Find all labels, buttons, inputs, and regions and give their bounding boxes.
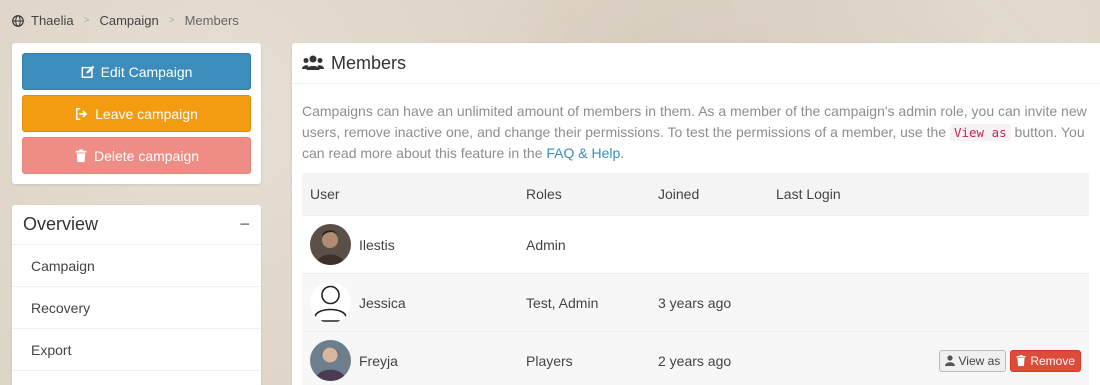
avatar[interactable] (310, 340, 351, 381)
table-row: Freyja Players 2 years ago View as Remov… (302, 331, 1089, 385)
breadcrumb-separator: > (168, 15, 175, 26)
view-as-button[interactable]: View as (938, 349, 1007, 372)
view-as-code: View as (949, 124, 1011, 141)
overview-header[interactable]: Overview − (12, 205, 261, 245)
campaign-actions-box: Edit Campaign Leave campaign Delete camp… (12, 43, 261, 184)
delete-campaign-button[interactable]: Delete campaign (22, 137, 251, 174)
portrait-avatar (310, 224, 351, 265)
overview-menu: Overview − Campaign Recovery Export (12, 205, 261, 385)
user-cell: Ilestis (302, 224, 526, 265)
user-outline-icon (310, 282, 351, 323)
remove-button[interactable]: Remove (1010, 349, 1081, 372)
user-joined: 2 years ago (658, 352, 732, 369)
user-name[interactable]: Freyja (359, 353, 398, 369)
breadcrumb: Thaelia > Campaign > Members (12, 13, 239, 28)
collapse-icon[interactable]: − (239, 214, 250, 235)
view-as-label: View as (958, 353, 1001, 368)
members-title: Members (331, 52, 407, 73)
column-user: User (310, 186, 340, 202)
faq-help-link[interactable]: FAQ & Help (546, 145, 620, 161)
leave-campaign-label: Leave campaign (95, 105, 198, 122)
trash-icon (1016, 355, 1026, 366)
column-joined: Joined (658, 186, 700, 202)
table-header: User Roles Joined Last Login (302, 173, 1089, 215)
table-row: Ilestis Admin (302, 215, 1089, 273)
breadcrumb-world[interactable]: Thaelia (31, 13, 74, 28)
sign-out-icon (76, 107, 88, 120)
portrait-avatar (310, 340, 351, 381)
edit-icon (81, 65, 94, 78)
user-roles: Test, Admin (526, 294, 599, 311)
breadcrumb-campaign[interactable]: Campaign (99, 13, 158, 28)
column-last-login: Last Login (776, 186, 841, 202)
edit-campaign-button[interactable]: Edit Campaign (22, 53, 251, 90)
users-icon (302, 55, 324, 70)
row-actions: View as Remove (926, 349, 1089, 372)
user-cell: Jessica (302, 282, 526, 323)
table-row: Jessica Test, Admin 3 years ago (302, 273, 1089, 331)
members-header: Members (292, 43, 1100, 84)
user-cell: Freyja (302, 340, 526, 381)
remove-label: Remove (1030, 353, 1075, 368)
menu-item-export[interactable]: Export (12, 329, 261, 371)
user-icon (944, 355, 955, 366)
user-roles: Admin (526, 236, 566, 253)
user-name[interactable]: Ilestis (359, 237, 395, 253)
menu-item-campaign[interactable]: Campaign (12, 245, 261, 287)
globe-icon (12, 14, 24, 27)
menu-item-recovery[interactable]: Recovery (12, 287, 261, 329)
overview-title: Overview (23, 214, 99, 234)
delete-campaign-label: Delete campaign (93, 147, 200, 164)
leave-campaign-button[interactable]: Leave campaign (22, 95, 251, 132)
trash-icon (75, 148, 87, 162)
user-name[interactable]: Jessica (359, 295, 406, 311)
description-text: . (620, 145, 625, 161)
column-roles: Roles (526, 186, 562, 202)
edit-campaign-label: Edit Campaign (100, 63, 193, 80)
user-joined: 3 years ago (658, 294, 732, 311)
avatar[interactable] (310, 282, 351, 323)
user-roles: Players (526, 352, 573, 369)
members-description: Campaigns can have an unlimited amount o… (302, 101, 1094, 164)
members-table: User Roles Joined Last Login Ilestis Adm… (302, 173, 1089, 385)
breadcrumb-separator: > (83, 15, 90, 26)
members-panel: Members Campaigns can have an unlimited … (292, 43, 1100, 385)
avatar[interactable] (310, 224, 351, 265)
breadcrumb-members: Members (184, 13, 239, 28)
